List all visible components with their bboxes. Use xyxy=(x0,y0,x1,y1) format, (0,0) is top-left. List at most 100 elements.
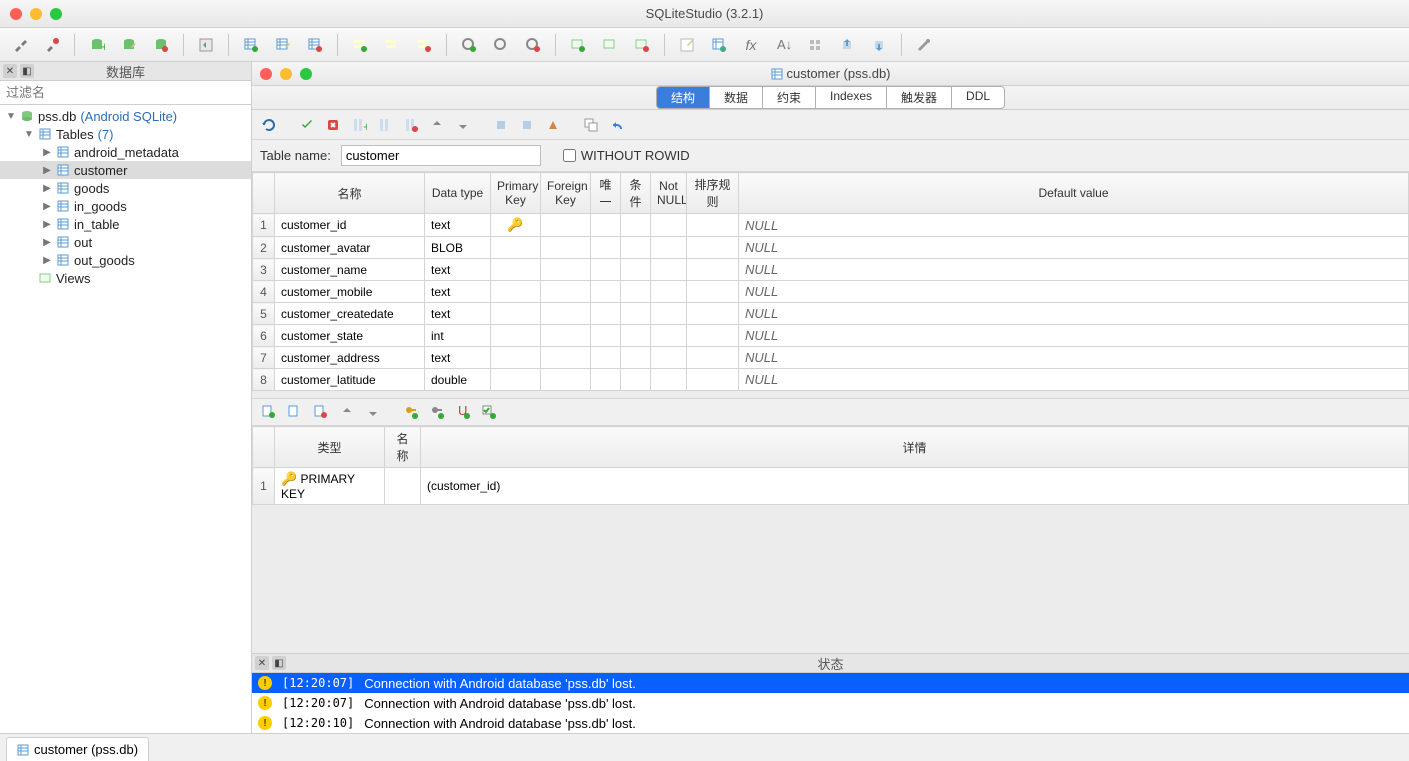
tree-filter-input[interactable] xyxy=(0,81,251,105)
add-view-button[interactable] xyxy=(564,32,592,58)
add-fk-button[interactable] xyxy=(426,401,448,423)
export-button[interactable] xyxy=(865,32,893,58)
add-table-button[interactable] xyxy=(237,32,265,58)
tab-数据[interactable]: 数据 xyxy=(710,87,763,108)
without-rowid-checkbox[interactable] xyxy=(563,149,576,162)
status-row[interactable]: ![12:20:07]Connection with Android datab… xyxy=(252,693,1409,713)
column-header[interactable]: 唯一 xyxy=(591,173,621,214)
add-table-constraint-button[interactable] xyxy=(258,401,280,423)
add-column-button[interactable]: + xyxy=(348,114,370,136)
tree-table-item[interactable]: ▶out xyxy=(0,233,251,251)
column-row[interactable]: 3customer_nametextNULL xyxy=(253,259,1409,281)
import-button[interactable] xyxy=(833,32,861,58)
status-list[interactable]: ![12:20:07]Connection with Android datab… xyxy=(252,673,1409,733)
minimize-editor-button[interactable] xyxy=(280,68,292,80)
edit-table-constraint-button[interactable] xyxy=(284,401,306,423)
populate-button[interactable] xyxy=(542,114,564,136)
constraint-row[interactable]: 1🔑 PRIMARY KEY(customer_id) xyxy=(253,468,1409,505)
status-row[interactable]: ![12:20:07]Connection with Android datab… xyxy=(252,673,1409,693)
close-editor-button[interactable] xyxy=(260,68,272,80)
column-header[interactable]: Primary Key xyxy=(491,173,541,214)
column-header[interactable]: Foreign Key xyxy=(541,173,591,214)
edit-column-button[interactable] xyxy=(374,114,396,136)
refresh-button[interactable] xyxy=(258,114,280,136)
edit-index-button[interactable] xyxy=(378,32,406,58)
maximize-window-button[interactable] xyxy=(50,8,62,20)
close-window-button[interactable] xyxy=(10,8,22,20)
ddl-history-button[interactable] xyxy=(705,32,733,58)
column-row[interactable]: 7customer_addresstextNULL xyxy=(253,347,1409,369)
close-status-button[interactable]: ✕ xyxy=(255,656,269,670)
tree-table-item[interactable]: ▶customer xyxy=(0,161,251,179)
tab-约束[interactable]: 约束 xyxy=(763,87,816,108)
column-row[interactable]: 5customer_createdatetextNULL xyxy=(253,303,1409,325)
rollback-button[interactable] xyxy=(322,114,344,136)
delete-trigger-button[interactable] xyxy=(519,32,547,58)
disconnect-button[interactable] xyxy=(38,32,66,58)
edit-trigger-button[interactable] xyxy=(487,32,515,58)
add-check-button[interactable] xyxy=(478,401,500,423)
column-header[interactable]: Default value xyxy=(739,173,1409,214)
edit-view-button[interactable] xyxy=(596,32,624,58)
commit-button[interactable] xyxy=(296,114,318,136)
tab-Indexes[interactable]: Indexes xyxy=(816,87,887,108)
detach-panel-button[interactable]: ◧ xyxy=(20,64,34,78)
status-row[interactable]: ![12:20:10]Connection with Android datab… xyxy=(252,713,1409,733)
column-row[interactable]: 8customer_latitudedoubleNULL xyxy=(253,369,1409,391)
delete-table-button[interactable] xyxy=(301,32,329,58)
constraint-header[interactable]: 详情 xyxy=(421,427,1409,468)
connect-button[interactable] xyxy=(6,32,34,58)
maximize-editor-button[interactable] xyxy=(300,68,312,80)
column-header[interactable]: 排序规则 xyxy=(687,173,739,214)
create-similar-button[interactable] xyxy=(580,114,602,136)
minimize-window-button[interactable] xyxy=(30,8,42,20)
close-panel-button[interactable]: ✕ xyxy=(3,64,17,78)
move-up-button[interactable] xyxy=(426,114,448,136)
history-button[interactable] xyxy=(673,32,701,58)
tree-table-item[interactable]: ▶in_goods xyxy=(0,197,251,215)
tree-db-node[interactable]: ▼ pss.db (Android SQLite) xyxy=(0,107,251,125)
tree-tables-node[interactable]: ▼ Tables (7) xyxy=(0,125,251,143)
add-constraint-button[interactable] xyxy=(490,114,512,136)
edit-constraint-button[interactable] xyxy=(516,114,538,136)
constraint-header[interactable]: 类型 xyxy=(275,427,385,468)
tree-table-item[interactable]: ▶out_goods xyxy=(0,251,251,269)
add-pk-button[interactable] xyxy=(400,401,422,423)
remove-db-button[interactable] xyxy=(147,32,175,58)
tree-table-item[interactable]: ▶android_metadata xyxy=(0,143,251,161)
add-index-button[interactable] xyxy=(346,32,374,58)
collations-button[interactable]: A↓ xyxy=(769,32,797,58)
tree-table-item[interactable]: ▶in_table xyxy=(0,215,251,233)
move-down-button[interactable] xyxy=(452,114,474,136)
add-unique-button[interactable]: U xyxy=(452,401,474,423)
column-header[interactable]: 名称 xyxy=(275,173,425,214)
constraint-header[interactable]: 名称 xyxy=(385,427,421,468)
add-trigger-button[interactable] xyxy=(455,32,483,58)
edit-table-button[interactable] xyxy=(269,32,297,58)
delete-view-button[interactable] xyxy=(628,32,656,58)
extension-button[interactable] xyxy=(801,32,829,58)
add-db-button[interactable]: + xyxy=(83,32,111,58)
undo-button[interactable] xyxy=(606,114,628,136)
edit-db-button[interactable] xyxy=(115,32,143,58)
tree-views-node[interactable]: Views xyxy=(0,269,251,287)
settings-button[interactable] xyxy=(910,32,938,58)
constraint-down-button[interactable] xyxy=(362,401,384,423)
delete-index-button[interactable] xyxy=(410,32,438,58)
column-header[interactable]: Data type xyxy=(425,173,491,214)
constraints-grid[interactable]: 类型名称详情 1🔑 PRIMARY KEY(customer_id) xyxy=(252,426,1409,505)
tab-DDL[interactable]: DDL xyxy=(952,87,1004,108)
detach-status-button[interactable]: ◧ xyxy=(272,656,286,670)
tab-触发器[interactable]: 触发器 xyxy=(887,87,952,108)
tab-结构[interactable]: 结构 xyxy=(657,87,710,108)
database-tree[interactable]: ▼ pss.db (Android SQLite) ▼ Tables (7) ▶… xyxy=(0,105,251,733)
column-row[interactable]: 6customer_stateintNULL xyxy=(253,325,1409,347)
functions-button[interactable]: fx xyxy=(737,32,765,58)
constraint-up-button[interactable] xyxy=(336,401,358,423)
bottom-tab-customer[interactable]: customer (pss.db) xyxy=(6,737,149,761)
table-name-input[interactable] xyxy=(341,145,541,166)
column-row[interactable]: 4customer_mobiletextNULL xyxy=(253,281,1409,303)
delete-column-button[interactable] xyxy=(400,114,422,136)
column-header[interactable]: 条件 xyxy=(621,173,651,214)
sql-editor-button[interactable] xyxy=(192,32,220,58)
